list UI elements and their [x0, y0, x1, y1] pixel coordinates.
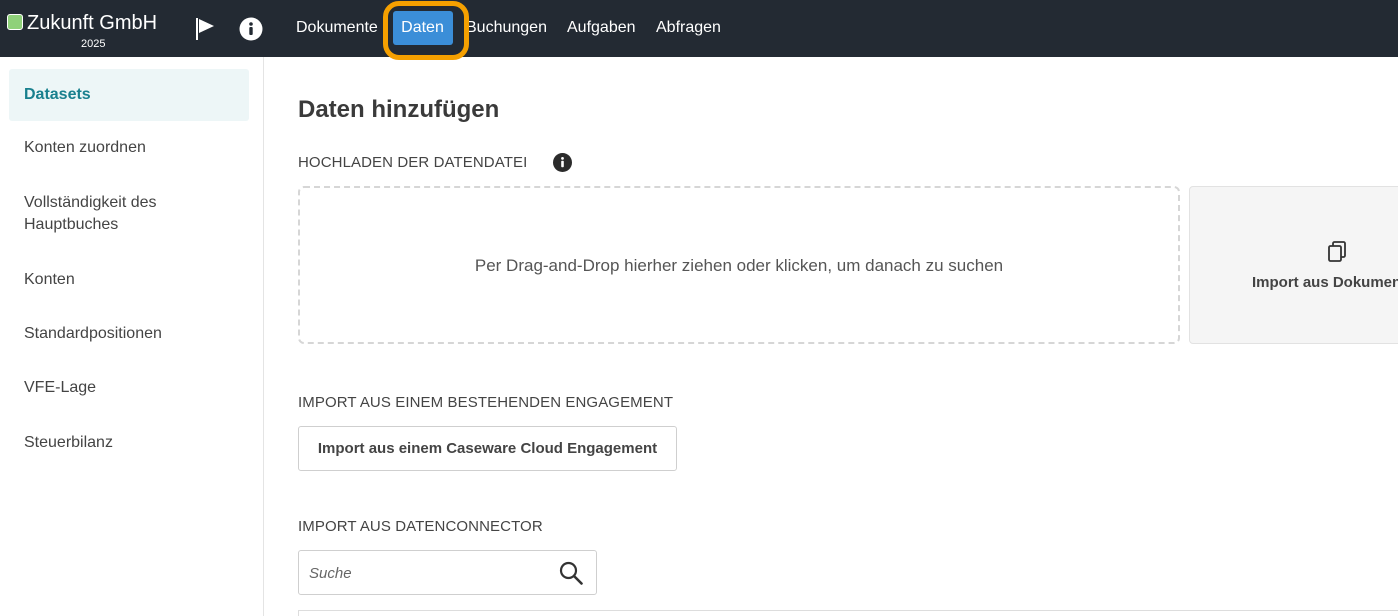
- sidebar-item-label: Datasets: [24, 86, 91, 103]
- import-from-documents-button[interactable]: Import aus Dokumenten: [1189, 186, 1398, 344]
- sidebar-item-datasets[interactable]: Datasets: [9, 69, 249, 121]
- connector-section-label: IMPORT AUS DATENCONNECTOR: [298, 518, 543, 535]
- tab-daten-label: Daten: [392, 11, 453, 45]
- sidebar-item-vollstaendigkeit[interactable]: Vollständigkeit des Hauptbuches: [24, 192, 224, 236]
- copy-documents-icon: [1327, 240, 1349, 264]
- search-icon[interactable]: [559, 561, 583, 585]
- file-dropzone[interactable]: Per Drag-and-Drop hierher ziehen oder kl…: [298, 186, 1180, 344]
- tab-buchungen[interactable]: Buchungen: [466, 16, 547, 40]
- import-from-documents-label: Import aus Dokumenten: [1252, 274, 1398, 291]
- info-icon[interactable]: [553, 153, 572, 172]
- page-title: Daten hinzufügen: [298, 96, 500, 123]
- tab-dokumente[interactable]: Dokumente: [296, 16, 378, 40]
- top-bar: Zukunft GmbH 2025 Dokumente Daten Buchun…: [0, 0, 1398, 57]
- sidebar-item-steuerbilanz[interactable]: Steuerbilanz: [24, 432, 113, 454]
- search-input[interactable]: [309, 561, 549, 585]
- brand-year: 2025: [81, 38, 106, 50]
- brand-title: Zukunft GmbH: [27, 12, 158, 34]
- engagement-brand[interactable]: Zukunft GmbH 2025: [5, 10, 175, 54]
- sidebar-item-konten-zuordnen[interactable]: Konten zuordnen: [24, 137, 146, 159]
- connector-list: [298, 610, 1398, 616]
- dropzone-text: Per Drag-and-Drop hierher ziehen oder kl…: [474, 256, 1004, 275]
- connector-search: [298, 550, 597, 595]
- status-square-icon: [7, 14, 23, 30]
- tab-daten[interactable]: Daten: [389, 1, 456, 56]
- engagement-section-label: IMPORT AUS EINEM BESTEHENDEN ENGAGEMENT: [298, 394, 674, 411]
- flag-icon[interactable]: [192, 16, 218, 42]
- sidebar: Datasets Konten zuordnen Vollständigkeit…: [0, 57, 264, 616]
- tab-aufgaben[interactable]: Aufgaben: [567, 16, 636, 40]
- sidebar-item-standardpositionen[interactable]: Standardpositionen: [24, 323, 162, 345]
- import-cloud-engagement-button[interactable]: Import aus einem Caseware Cloud Engageme…: [298, 426, 677, 471]
- sidebar-item-vfe-lage[interactable]: VFE-Lage: [24, 377, 96, 399]
- sidebar-item-konten[interactable]: Konten: [24, 269, 75, 291]
- info-icon[interactable]: [239, 17, 263, 41]
- upload-section-label: HOCHLADEN DER DATENDATEI: [298, 154, 528, 171]
- tab-abfragen[interactable]: Abfragen: [656, 16, 721, 40]
